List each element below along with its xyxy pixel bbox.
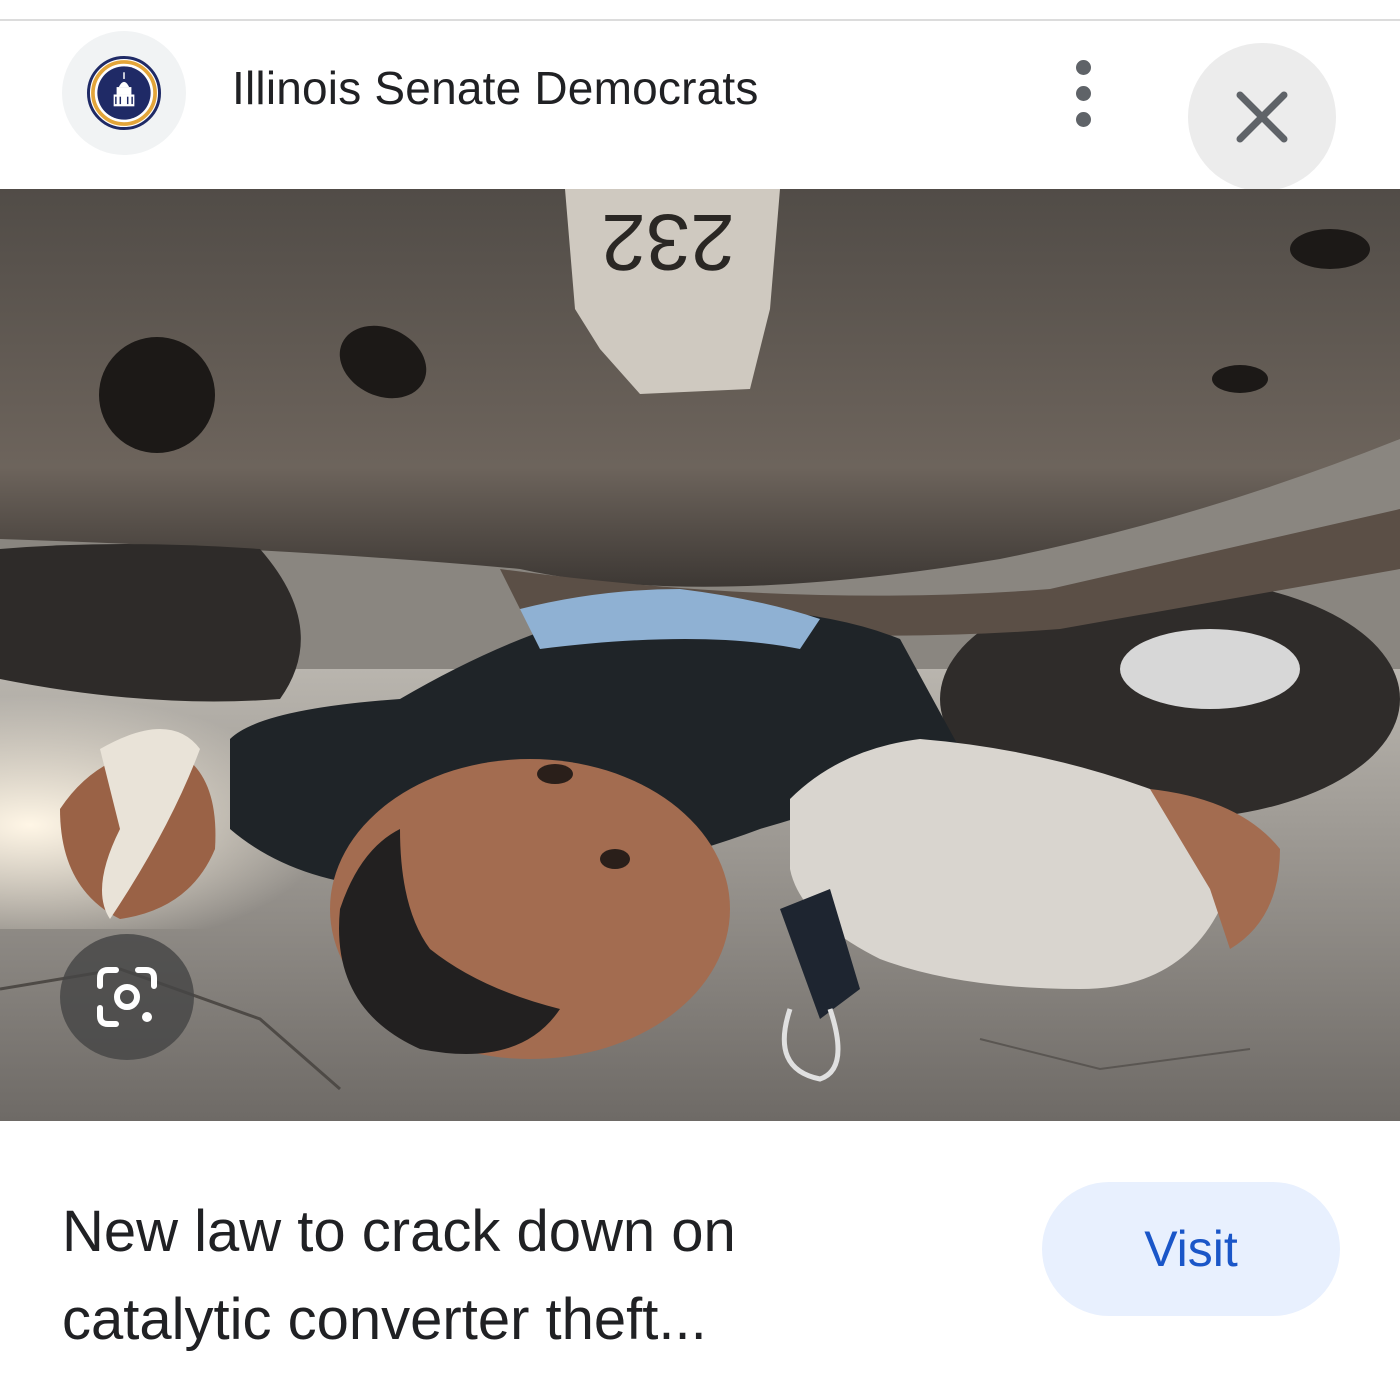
preview-header: Illinois Senate Democrats (0, 21, 1400, 191)
headline-line-1: New law to crack down on (62, 1199, 736, 1264)
plate-number: 232 (601, 198, 734, 287)
close-icon (1236, 91, 1288, 143)
site-name[interactable]: Illinois Senate Democrats (232, 61, 759, 115)
more-vert-icon-dot (1075, 85, 1091, 101)
result-headline[interactable]: New law to crack down on catalytic conve… (62, 1188, 962, 1364)
headline-line-2: catalytic converter theft... (62, 1287, 707, 1352)
illinois-senate-seal-icon (87, 56, 161, 130)
google-lens-icon (97, 967, 157, 1027)
more-options-button[interactable] (1058, 57, 1108, 129)
image-preview-panel: Illinois Senate Democrats 232 New law to… (0, 0, 1400, 1400)
google-lens-button[interactable] (60, 934, 194, 1060)
result-image[interactable]: 232 (0, 189, 1400, 1121)
visit-button[interactable]: Visit (1042, 1182, 1340, 1316)
close-button[interactable] (1188, 43, 1336, 191)
more-vert-icon (1075, 59, 1091, 75)
mechanic-under-car-photo: 232 (0, 189, 1400, 1121)
more-vert-icon-dot (1075, 111, 1091, 127)
site-logo[interactable] (62, 31, 186, 155)
